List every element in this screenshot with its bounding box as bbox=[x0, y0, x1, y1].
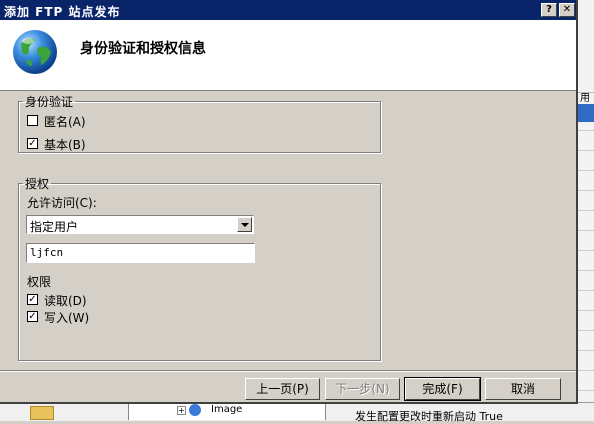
previous-button[interactable]: 上一页(P) bbox=[245, 378, 320, 400]
write-checkbox[interactable]: ✓ bbox=[27, 311, 38, 322]
read-label[interactable]: 读取(D) bbox=[44, 292, 87, 309]
allow-access-value: 指定用户 bbox=[30, 220, 79, 234]
page-title: 身份验证和授权信息 bbox=[80, 41, 206, 57]
allow-access-label: 允许访问(C): bbox=[27, 196, 97, 210]
next-button[interactable]: 下一步(N) bbox=[325, 378, 400, 400]
basic-label[interactable]: 基本(B) bbox=[44, 136, 86, 153]
anonymous-label[interactable]: 匿名(A) bbox=[44, 113, 86, 130]
anonymous-checkbox[interactable] bbox=[27, 115, 38, 126]
authorization-legend: 授权 bbox=[25, 177, 50, 191]
globe-icon bbox=[189, 404, 201, 416]
expand-icon[interactable]: + bbox=[177, 406, 186, 415]
help-button[interactable]: ? bbox=[541, 3, 557, 17]
ftp-publish-dialog: 添加 FTP 站点发布 ? ✕ 身份验证和授权信息 身份验证 匿名(A) ✓ 基… bbox=[0, 0, 578, 404]
button-divider bbox=[0, 370, 576, 372]
background-list-strip: 用 bbox=[578, 0, 594, 420]
read-checkbox[interactable]: ✓ bbox=[27, 294, 38, 305]
window-title: 添加 FTP 站点发布 bbox=[4, 5, 121, 19]
write-label[interactable]: 写入(W) bbox=[44, 309, 89, 326]
globe-icon bbox=[13, 30, 57, 74]
finish-button[interactable]: 完成(F) bbox=[404, 377, 481, 401]
title-bar[interactable]: 添加 FTP 站点发布 ? ✕ bbox=[0, 0, 576, 20]
wizard-header: 身份验证和授权信息 bbox=[0, 20, 576, 91]
background-selected-row bbox=[578, 104, 594, 122]
tree-item-image[interactable]: Image bbox=[211, 404, 242, 415]
permissions-label: 权限 bbox=[27, 275, 52, 289]
folder-icon bbox=[30, 406, 54, 420]
chevron-down-icon[interactable] bbox=[237, 217, 252, 232]
background-status-text: 发生配置更改时重新启动 True bbox=[355, 410, 503, 423]
cancel-button[interactable]: 取消 bbox=[485, 378, 561, 400]
user-name-field[interactable]: ljfcn bbox=[26, 243, 255, 263]
background-tree: + Image bbox=[128, 402, 326, 420]
allow-access-select[interactable]: 指定用户 bbox=[26, 215, 254, 234]
close-button[interactable]: ✕ bbox=[559, 3, 575, 17]
basic-checkbox[interactable]: ✓ bbox=[27, 138, 38, 149]
authentication-legend: 身份验证 bbox=[25, 95, 74, 109]
